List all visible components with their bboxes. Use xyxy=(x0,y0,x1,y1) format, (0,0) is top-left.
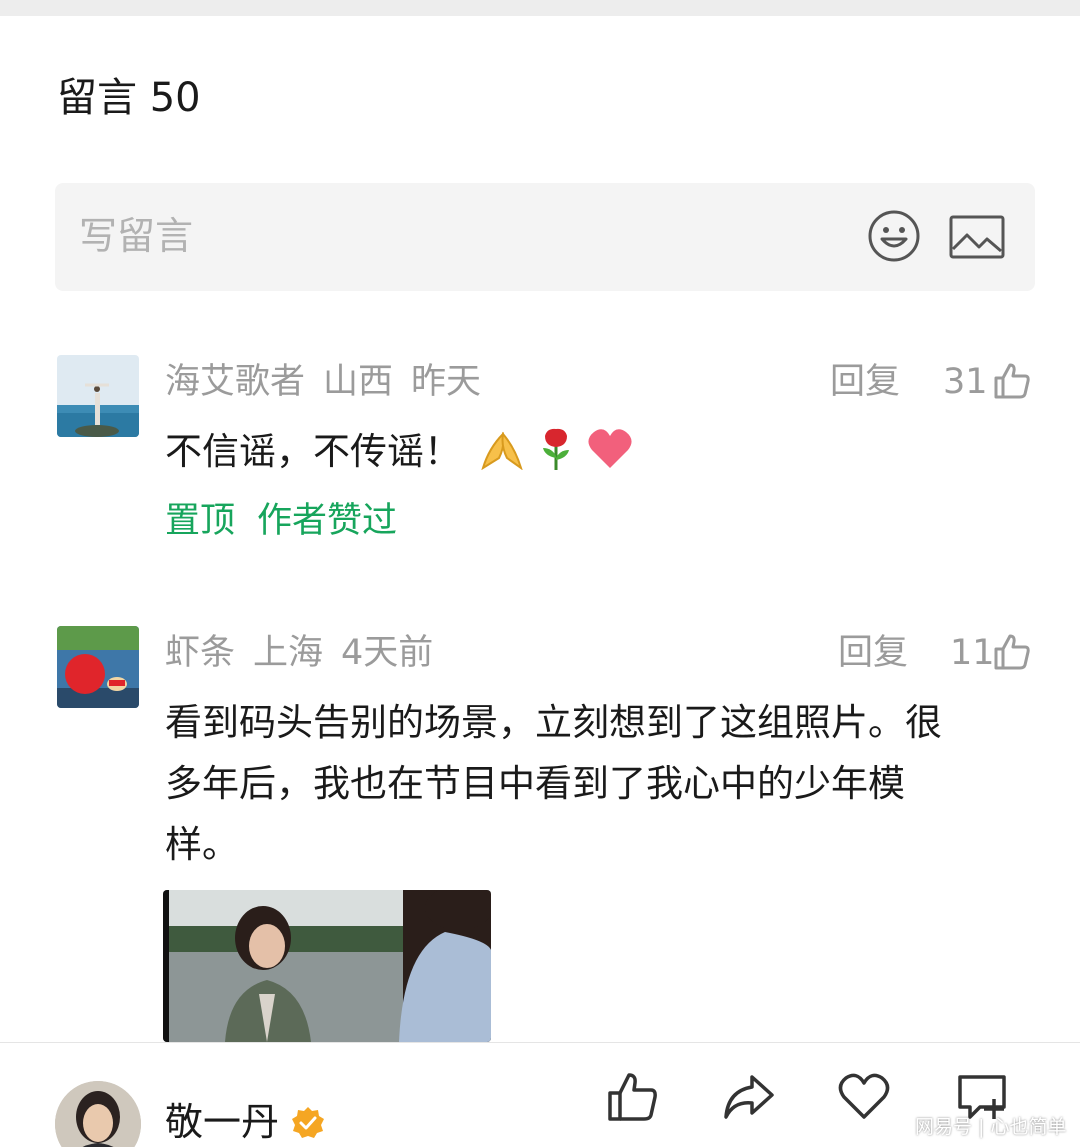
avatar[interactable] xyxy=(57,355,139,437)
share-icon[interactable] xyxy=(720,1069,776,1125)
comment-text: 看到码头告别的场景，立刻想到了这组照片。很 多年后，我也在节目中看到了我心中的少… xyxy=(165,692,1035,875)
comments-header: 留言 50 xyxy=(57,75,201,121)
comment-author[interactable]: 虾条 xyxy=(165,633,235,673)
status-strip xyxy=(0,0,1080,16)
folded-hands-emoji xyxy=(481,431,523,471)
author-name[interactable]: 敬一丹 xyxy=(165,1099,279,1145)
comment-text: 不信谣，不传谣！ xyxy=(165,421,1035,482)
comment-tags: 置顶 作者赞过 xyxy=(165,499,419,543)
comment-text-line: 多年后，我也在节目中看到了我心中的少年模 xyxy=(165,762,905,805)
bottom-action-bar: 敬一丹 网易号 | 心也简单 xyxy=(0,1042,1080,1147)
comment-text-line: 看到码头告别的场景，立刻想到了这组照片。很 xyxy=(165,701,942,744)
comment-location: 上海 xyxy=(253,633,324,673)
author-avatar[interactable] xyxy=(55,1081,141,1147)
pinned-tag: 置顶 xyxy=(165,501,236,541)
comment-time: 昨天 xyxy=(411,362,482,402)
smiley-icon[interactable] xyxy=(867,209,921,263)
heart-emoji xyxy=(588,429,632,468)
heart-icon[interactable] xyxy=(836,1069,892,1125)
comment-location: 山西 xyxy=(323,362,394,402)
like-count: 31 xyxy=(943,362,988,402)
comment-input-placeholder: 写留言 xyxy=(79,214,194,258)
comment-item: 虾条 上海 4天前 回复 11 看到码头告别的场景，立刻想到了这组照片。很 多年后，… xyxy=(0,626,1080,1046)
comment-photo[interactable] xyxy=(163,890,491,1042)
reply-button[interactable]: 回复 xyxy=(838,631,908,675)
comment-item: 海艾歌者 山西 昨天 回复 31 不信谣，不传谣！ 置顶 作者赞过 xyxy=(0,355,1080,555)
comment-author[interactable]: 海艾歌者 xyxy=(165,362,305,402)
comment-time: 4天前 xyxy=(341,633,434,673)
comment-input[interactable]: 写留言 xyxy=(55,183,1035,291)
rose-emoji xyxy=(542,428,569,470)
comment-meta: 虾条 上海 4天前 xyxy=(165,631,451,675)
reply-button[interactable]: 回复 xyxy=(830,360,900,404)
watermark: 网易号 | 心也简单 xyxy=(915,1116,1067,1138)
thumbs-up-icon[interactable] xyxy=(604,1069,660,1125)
thumbs-up-icon[interactable] xyxy=(992,361,1032,401)
like-count: 11 xyxy=(950,633,995,673)
comment-text-line: 样。 xyxy=(165,823,239,866)
thumbs-up-icon[interactable] xyxy=(992,632,1032,672)
author-liked-tag: 作者赞过 xyxy=(257,501,398,541)
avatar[interactable] xyxy=(57,626,139,708)
verified-badge-icon xyxy=(292,1107,324,1138)
comment-meta: 海艾歌者 山西 昨天 xyxy=(165,360,499,404)
image-icon[interactable] xyxy=(949,215,1005,259)
